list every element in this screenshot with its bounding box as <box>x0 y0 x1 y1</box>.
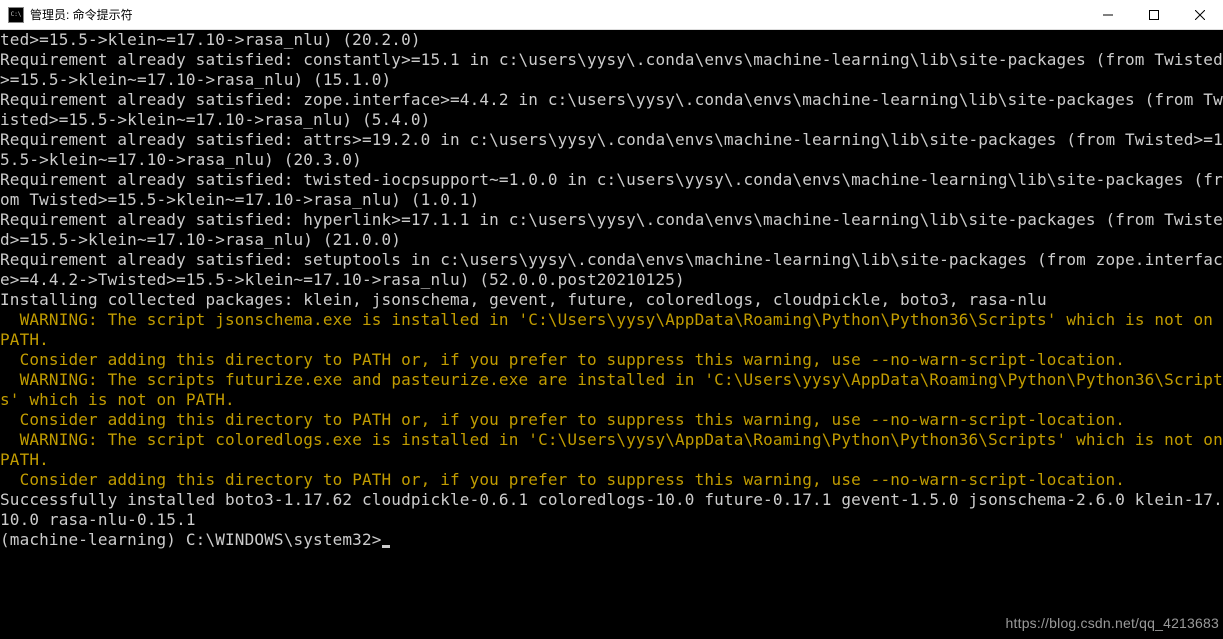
minimize-icon <box>1103 10 1113 20</box>
terminal-line: Successfully installed boto3-1.17.62 clo… <box>0 490 1223 530</box>
cmd-icon <box>8 7 24 23</box>
close-icon <box>1195 10 1205 20</box>
terminal-line: Requirement already satisfied: attrs>=19… <box>0 130 1223 170</box>
maximize-icon <box>1149 10 1159 20</box>
terminal-line: WARNING: The script coloredlogs.exe is i… <box>0 430 1223 470</box>
terminal-line: Installing collected packages: klein, js… <box>0 290 1223 310</box>
window-title: 管理员: 命令提示符 <box>30 6 133 23</box>
terminal-line: Requirement already satisfied: constantl… <box>0 50 1223 90</box>
titlebar-left: 管理员: 命令提示符 <box>0 6 133 23</box>
terminal-line: WARNING: The script jsonschema.exe is in… <box>0 310 1223 350</box>
terminal-line: ted>=15.5->klein~=17.10->rasa_nlu) (20.2… <box>0 30 1223 50</box>
terminal-line: Consider adding this directory to PATH o… <box>0 470 1223 490</box>
prompt-line[interactable]: (machine-learning) C:\WINDOWS\system32> <box>0 530 1223 550</box>
terminal-line: Consider adding this directory to PATH o… <box>0 410 1223 430</box>
close-button[interactable] <box>1177 0 1223 29</box>
cursor <box>382 545 390 548</box>
watermark: https://blog.csdn.net/qq_4213683 <box>1006 613 1219 633</box>
maximize-button[interactable] <box>1131 0 1177 29</box>
terminal-line: Requirement already satisfied: hyperlink… <box>0 210 1223 250</box>
terminal-line: Consider adding this directory to PATH o… <box>0 350 1223 370</box>
terminal-output[interactable]: ted>=15.5->klein~=17.10->rasa_nlu) (20.2… <box>0 30 1223 639</box>
titlebar-controls <box>1085 0 1223 29</box>
terminal-line: Requirement already satisfied: zope.inte… <box>0 90 1223 130</box>
terminal-line: WARNING: The scripts futurize.exe and pa… <box>0 370 1223 410</box>
minimize-button[interactable] <box>1085 0 1131 29</box>
titlebar: 管理员: 命令提示符 <box>0 0 1223 30</box>
prompt-text: (machine-learning) C:\WINDOWS\system32> <box>0 530 382 549</box>
terminal-line: Requirement already satisfied: twisted-i… <box>0 170 1223 210</box>
terminal-line: Requirement already satisfied: setuptool… <box>0 250 1223 290</box>
